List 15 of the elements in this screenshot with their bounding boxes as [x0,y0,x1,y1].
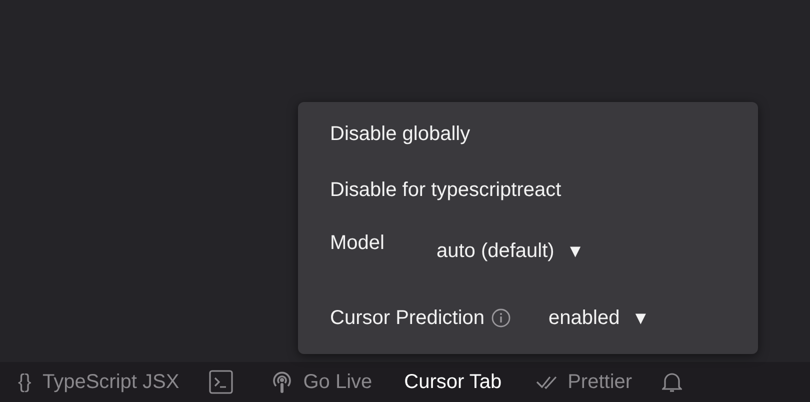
language-mode[interactable]: {} TypeScript JSX [18,370,180,394]
dropdown[interactable]: enabled ▼ [548,306,650,330]
info-icon [490,308,511,328]
setting-label: Cursor Prediction [330,306,485,330]
go-live-button[interactable]: Go Live [271,370,372,394]
prettier-button[interactable]: Prettier [536,370,632,394]
double-check-icon [536,374,558,390]
terminal-icon[interactable] [209,370,234,394]
dropdown[interactable]: auto (default) ▼ [436,240,584,263]
setting-label: Model [330,232,384,255]
cursor-tab-button[interactable]: Cursor Tab [404,370,502,394]
menu-item[interactable]: Disable for typescriptreact [330,176,562,232]
broadcast-icon [271,370,294,394]
menu-item[interactable]: Disable globally [330,120,470,176]
bell-icon[interactable] [662,371,682,393]
